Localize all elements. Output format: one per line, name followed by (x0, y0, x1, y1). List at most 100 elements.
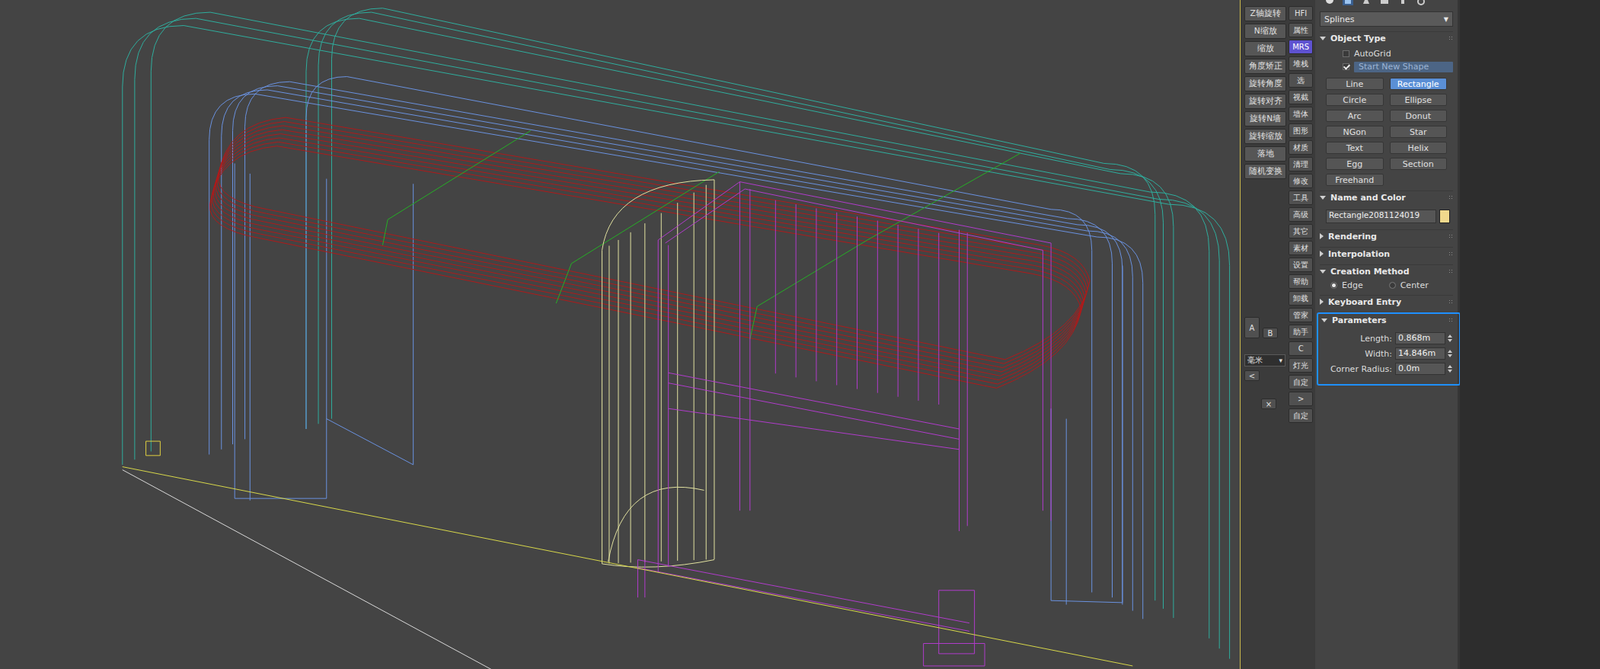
plugin-tab[interactable]: 自定 (1288, 374, 1313, 390)
plugin-tab[interactable]: 堆栈 (1288, 56, 1313, 71)
create-tab-icon[interactable] (1324, 0, 1335, 6)
shape-button[interactable]: Line (1325, 77, 1384, 90)
plugin-tab[interactable]: 图形 (1288, 123, 1313, 138)
shape-button[interactable]: Rectangle (1389, 77, 1448, 90)
plugin-tab[interactable]: 其它 (1288, 223, 1313, 239)
rollout-header[interactable]: Object Type (1319, 31, 1454, 45)
plugin-button[interactable]: 旋转缩放 (1244, 128, 1287, 144)
plugin-button[interactable]: 旋转角度 (1244, 76, 1287, 92)
object-name-field[interactable]: Rectangle2081124019 (1325, 209, 1437, 224)
parameter-field[interactable]: 0.0m (1395, 362, 1446, 375)
shape-button[interactable]: Star (1389, 125, 1448, 138)
shape-button[interactable]: Egg (1325, 157, 1384, 170)
ceiling-wire[interactable] (209, 117, 1090, 388)
ground-x-wire[interactable] (122, 466, 1134, 666)
shape-button[interactable]: Circle (1325, 93, 1384, 106)
utilities-tab-icon[interactable] (1415, 0, 1427, 6)
spinner-icon[interactable] (1446, 334, 1454, 342)
spinner-up-icon[interactable] (1447, 334, 1453, 338)
start-new-shape-checkbox[interactable] (1342, 63, 1350, 71)
radio-button[interactable] (1389, 281, 1396, 289)
close-button[interactable]: × (1261, 398, 1277, 409)
plugin-tab[interactable]: 选 (1288, 73, 1313, 88)
autogrid-checkbox[interactable] (1342, 50, 1350, 58)
modify-tab-icon[interactable] (1342, 0, 1354, 6)
plugin-tab[interactable]: 卸载 (1288, 290, 1313, 306)
plugin-button[interactable]: 旋转对齐 (1244, 93, 1287, 109)
plugin-tab[interactable]: 素材 (1288, 240, 1313, 256)
object-color-swatch[interactable] (1439, 209, 1450, 224)
spinner-icon[interactable] (1446, 349, 1454, 358)
plugin-button[interactable]: 旋转N墙 (1244, 111, 1287, 127)
hierarchy-tab-icon[interactable] (1360, 0, 1372, 6)
shape-button[interactable]: Section (1389, 157, 1448, 170)
autogrid-row[interactable]: AutoGrid (1319, 47, 1454, 61)
rollout-header[interactable]: Name and Color (1319, 191, 1454, 204)
spinner-up-icon[interactable] (1447, 364, 1453, 368)
spinner-down-icon[interactable] (1447, 338, 1453, 342)
plugin-tab[interactable]: 助手 (1288, 324, 1313, 339)
rollout-header[interactable]: Parameters (1321, 313, 1454, 326)
b-button[interactable]: B (1262, 327, 1278, 339)
plugin-tab[interactable]: MRS (1288, 39, 1313, 55)
category-dropdown[interactable]: Splines▼ (1319, 11, 1454, 27)
rollout-header[interactable]: Interpolation (1319, 247, 1454, 260)
plugin-tab[interactable]: C (1288, 341, 1313, 356)
plugin-tab[interactable]: 灯光 (1288, 357, 1313, 373)
door-wire[interactable] (637, 182, 1051, 666)
plugin-tab[interactable]: 工具 (1288, 190, 1313, 205)
prev-button[interactable]: < (1244, 370, 1260, 381)
plugin-tab[interactable]: 自定 (1288, 408, 1313, 423)
shape-button[interactable]: Helix (1389, 141, 1448, 154)
guide-wire[interactable] (382, 130, 1020, 339)
plugin-button[interactable]: 随机变换 (1244, 163, 1287, 179)
rollout-header[interactable]: Keyboard Entry (1319, 295, 1454, 308)
shape-button[interactable]: Text (1325, 141, 1384, 154)
perspective-viewport[interactable] (0, 0, 1241, 669)
radio-button[interactable] (1330, 281, 1338, 289)
scene-wireframe[interactable] (0, 0, 1240, 669)
start-new-shape-button[interactable]: Start New Shape (1354, 61, 1454, 73)
rollout-header[interactable]: Rendering (1319, 229, 1454, 243)
plugin-tab[interactable]: HFI (1288, 6, 1313, 21)
plugin-button[interactable]: 角度矫正 (1244, 58, 1287, 74)
a-button[interactable]: A (1244, 316, 1260, 339)
plugin-button[interactable]: 落地 (1244, 146, 1287, 162)
start-new-shape-row[interactable]: Start New Shape (1319, 60, 1454, 74)
plugin-button[interactable]: Z轴旋转 (1244, 6, 1287, 22)
plugin-tab[interactable]: 墙体 (1288, 106, 1313, 122)
shape-button[interactable]: Ellipse (1389, 93, 1448, 106)
spinner-down-icon[interactable] (1447, 354, 1453, 358)
creation-option[interactable]: Center (1389, 280, 1429, 291)
shape-button[interactable]: Freehand (1325, 173, 1384, 186)
plugin-button[interactable]: N缩放 (1244, 23, 1287, 39)
plugin-tab[interactable]: > (1288, 391, 1313, 406)
shape-button[interactable]: Arc (1325, 109, 1384, 122)
shape-button[interactable]: Donut (1389, 109, 1448, 122)
unit-dropdown[interactable]: 毫米▾ (1244, 354, 1286, 367)
spinner-down-icon[interactable] (1447, 369, 1453, 373)
pivot-wire[interactable] (146, 440, 161, 456)
plugin-tab[interactable]: 设置 (1288, 257, 1313, 272)
spinner-icon[interactable] (1446, 364, 1454, 373)
plugin-tab[interactable]: 帮助 (1288, 274, 1313, 289)
parameter-field[interactable]: 0.868m (1395, 332, 1446, 345)
shape-button[interactable]: NGon (1325, 125, 1384, 138)
plugin-tab[interactable]: 清理 (1288, 156, 1313, 172)
inner-arch-wire[interactable] (209, 76, 1144, 620)
plugin-tab[interactable]: 属性 (1288, 22, 1313, 38)
plugin-tab[interactable]: 管家 (1288, 307, 1313, 323)
motion-tab-icon[interactable] (1379, 0, 1390, 6)
ground-y-wire[interactable] (122, 469, 501, 669)
plugin-tab[interactable]: 视截 (1288, 89, 1313, 105)
display-tab-icon[interactable] (1397, 0, 1409, 6)
creation-option[interactable]: Edge (1330, 280, 1364, 291)
plugin-tab[interactable]: 高级 (1288, 207, 1313, 222)
plugin-button[interactable]: 缩放 (1244, 41, 1287, 57)
spinner-up-icon[interactable] (1447, 349, 1453, 353)
plugin-tab[interactable]: 材质 (1288, 140, 1313, 155)
plugin-tab[interactable]: 修改 (1288, 173, 1313, 189)
parameter-field[interactable]: 14.846m (1395, 347, 1446, 360)
rollout-header[interactable]: Creation Method (1319, 265, 1454, 278)
outer-arch-wire[interactable] (122, 8, 1230, 659)
